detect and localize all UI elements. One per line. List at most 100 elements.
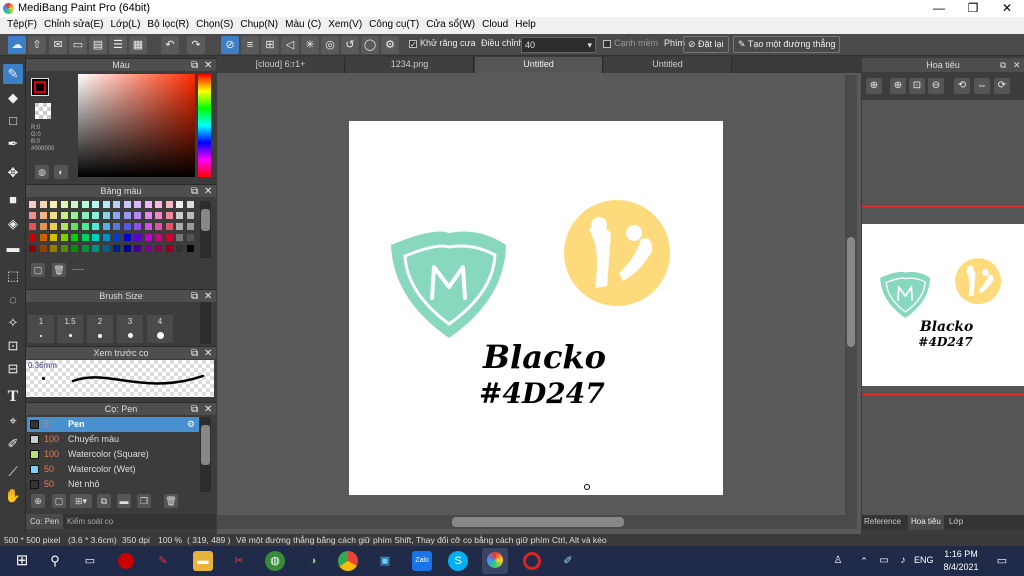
palette-swatch[interactable] <box>155 245 162 252</box>
palette-swatch[interactable] <box>134 212 141 219</box>
menu-layer[interactable]: Lớp(L) <box>104 17 141 30</box>
palette-swatch[interactable] <box>71 234 78 241</box>
add-brush-icon[interactable]: ⊕ <box>31 494 45 508</box>
vertical-scrollbar[interactable] <box>845 75 857 515</box>
close-icon[interactable]: ✕ <box>204 347 212 360</box>
chrome-icon[interactable] <box>338 551 358 571</box>
palette-swatch[interactable] <box>113 212 120 219</box>
curve-snap-icon[interactable]: ↺ <box>341 36 359 54</box>
palette-swatch[interactable] <box>176 223 183 230</box>
palette-swatch[interactable] <box>176 201 183 208</box>
undock-icon[interactable]: ⧉ <box>191 185 198 198</box>
menu-view[interactable]: Xem(V) <box>321 17 362 30</box>
create-line-button[interactable]: ✎ Tạo một đường thẳng <box>733 36 841 53</box>
move-tool-icon[interactable]: ✥ <box>3 163 23 183</box>
vanish-snap-icon[interactable]: ◁ <box>281 36 299 54</box>
palette-swatch[interactable] <box>155 223 162 230</box>
palette-swatch[interactable] <box>144 245 152 252</box>
tools-app-icon[interactable]: ✂ <box>229 551 249 571</box>
brush-size-option[interactable]: 1 <box>28 315 54 343</box>
windows-start-icon[interactable]: ⊞ <box>12 551 32 571</box>
shape-tool-icon[interactable]: ■ <box>3 190 23 210</box>
palette-swatch[interactable] <box>92 201 99 208</box>
select-tool-icon[interactable]: ⬚ <box>3 266 23 286</box>
palette-swatch[interactable] <box>50 212 57 219</box>
palette-swatch[interactable] <box>113 201 120 208</box>
menu-help[interactable]: Help <box>508 17 536 30</box>
palette-swatch[interactable] <box>123 223 131 230</box>
palette-swatch[interactable] <box>92 223 99 230</box>
bucket-tool-icon[interactable]: ◈ <box>3 214 23 234</box>
reset-button[interactable]: ⊘ Đặt lại <box>683 36 729 53</box>
palette-swatch[interactable] <box>113 234 120 241</box>
palette-swatch[interactable] <box>102 234 110 241</box>
document-icon[interactable]: ▤ <box>89 36 107 54</box>
brush-size-scrollbar[interactable] <box>200 302 211 344</box>
palette-swatch[interactable] <box>123 201 131 208</box>
palette-swatch[interactable] <box>39 212 47 219</box>
comment-icon[interactable]: ✉ <box>49 36 67 54</box>
palette-swatch[interactable] <box>165 234 173 241</box>
drawing-canvas[interactable]: Blacko #4D247 <box>349 121 723 495</box>
palette-swatch[interactable] <box>165 245 173 252</box>
flip-icon[interactable]: ⇔ <box>974 78 990 94</box>
rotate-icon[interactable]: ⟲ <box>954 78 970 94</box>
grid-icon[interactable]: ▦ <box>129 36 147 54</box>
soft-edge-checkbox[interactable]: Cạnh mềm <box>603 38 658 48</box>
rotate-cw-icon[interactable]: ⟳ <box>994 78 1010 94</box>
tab-brush-control[interactable]: Kiểm soát cọ <box>64 514 116 529</box>
hand-tool-icon[interactable]: ✋ <box>3 486 23 506</box>
settings-icon[interactable]: ⚙ <box>381 36 399 54</box>
pen-tool-icon[interactable]: ✒ <box>3 134 23 154</box>
palette-swatch[interactable] <box>39 234 47 241</box>
zalo-icon[interactable]: Zalo <box>412 551 432 571</box>
lasso-tool-icon[interactable]: ◌ <box>3 290 23 310</box>
palette-swatch[interactable] <box>165 223 173 230</box>
gradient-tool-icon[interactable]: ▬ <box>3 238 23 258</box>
photos-app-icon[interactable]: ▣ <box>375 551 395 571</box>
palette-swatch[interactable] <box>144 234 152 241</box>
undo-icon[interactable]: ↶ <box>161 36 179 54</box>
radial-snap-icon[interactable]: ✳ <box>301 36 319 54</box>
list-icon[interactable]: ☰ <box>109 36 127 54</box>
medibang-taskbar-icon[interactable] <box>482 548 508 574</box>
brush-tool-icon[interactable]: ✎ <box>3 64 23 84</box>
skype-icon[interactable]: S <box>448 551 468 571</box>
palette-swatch[interactable] <box>102 212 110 219</box>
palette-swatch[interactable] <box>81 234 89 241</box>
chat-icon[interactable]: ▭ <box>69 36 87 54</box>
brush-scroll-thumb[interactable] <box>201 425 210 465</box>
palette-swatch[interactable] <box>29 212 36 219</box>
dot-tool-icon[interactable]: □ <box>3 111 23 131</box>
menu-select[interactable]: Chọn(S) <box>189 17 233 30</box>
cloud-icon[interactable]: ☁ <box>8 36 26 54</box>
palette-swatch[interactable] <box>134 223 141 230</box>
brush-menu-icon[interactable]: ⊞▾ <box>70 494 92 508</box>
undock-icon[interactable]: ⧉ <box>191 403 198 416</box>
palette-swatch[interactable] <box>29 234 36 241</box>
horizontal-scrollbar[interactable] <box>217 515 857 529</box>
palette-swatch[interactable] <box>176 234 183 241</box>
palette-swatch[interactable] <box>29 245 36 252</box>
palette-swatch[interactable] <box>50 201 57 208</box>
select-eraser-icon[interactable]: ⊟ <box>3 359 23 379</box>
parallel-snap-icon[interactable]: ≡ <box>241 36 259 54</box>
palette-swatch[interactable] <box>29 201 36 208</box>
select-pen-icon[interactable]: ⊡ <box>3 336 23 356</box>
palette-swatch[interactable] <box>71 212 78 219</box>
antialias-checkbox[interactable]: ✓ Khử răng cưa <box>409 38 476 48</box>
brush-size-option[interactable]: 1.5 <box>57 315 83 343</box>
palette-swatch[interactable] <box>176 245 183 252</box>
close-button[interactable]: ✕ <box>990 0 1024 17</box>
palette-swatch[interactable] <box>165 201 173 208</box>
cross-snap-icon[interactable]: ⊞ <box>261 36 279 54</box>
palette-swatch[interactable] <box>113 245 120 252</box>
palette-swatch[interactable] <box>92 234 99 241</box>
palette-swatch[interactable] <box>39 245 47 252</box>
palette-swatch[interactable] <box>155 234 162 241</box>
palette-swatch[interactable] <box>123 212 131 219</box>
volume-icon[interactable]: ♪ <box>893 551 913 571</box>
chevron-up-icon[interactable]: ⌃ <box>854 551 874 571</box>
palette-swatch[interactable] <box>60 212 68 219</box>
palette-scroll-thumb[interactable] <box>201 209 210 231</box>
